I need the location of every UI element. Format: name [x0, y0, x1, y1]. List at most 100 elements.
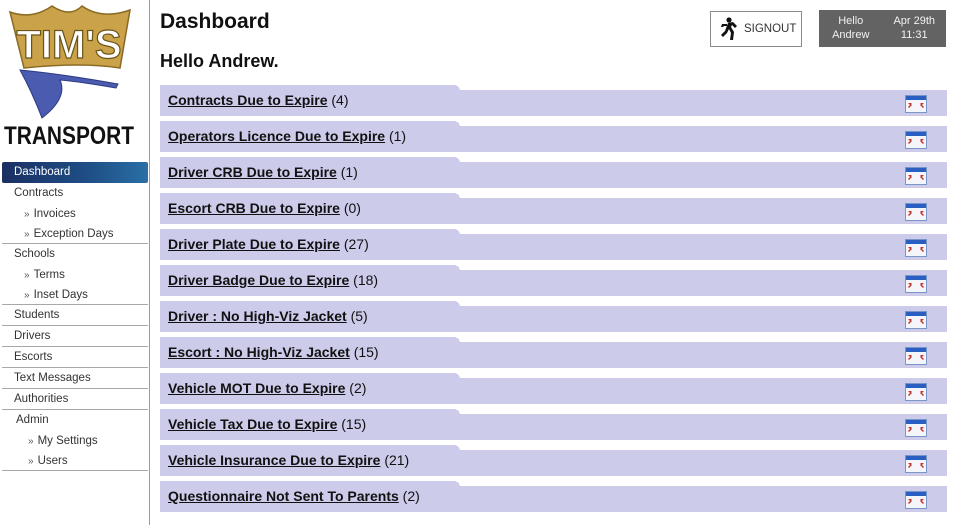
expand-window-icon[interactable] — [905, 131, 927, 149]
sidebar-nav: Dashboard Contracts » Invoices » Exception… — [2, 162, 148, 471]
sidebar-item-escorts[interactable]: Escorts — [2, 347, 148, 368]
alert-count: (4) — [331, 92, 349, 108]
expand-window-icon[interactable] — [905, 491, 927, 509]
alert-text: Vehicle Tax Due to Expire (15) — [168, 416, 366, 432]
expand-window-icon[interactable] — [905, 311, 927, 329]
alert-text: Escort : No High-Viz Jacket (15) — [168, 344, 379, 360]
sidebar-item-schools[interactable]: Schools — [2, 244, 148, 265]
alert-link[interactable]: Vehicle MOT Due to Expire — [168, 380, 345, 396]
sidebar-item-text-messages[interactable]: Text Messages — [2, 368, 148, 389]
alert-text: Escort CRB Due to Expire (0) — [168, 200, 361, 216]
expand-window-icon[interactable] — [905, 167, 927, 185]
alert-text: Questionnaire Not Sent To Parents (2) — [168, 488, 420, 504]
alert-row: Escort CRB Due to Expire (0) — [160, 193, 947, 229]
user-name: Andrew — [832, 29, 870, 41]
alert-count: (1) — [388, 128, 407, 144]
nav-label: Authorities — [14, 393, 69, 405]
alert-count: (2) — [349, 380, 367, 396]
user-hello: Hello — [838, 15, 864, 27]
expand-window-icon[interactable] — [905, 95, 927, 113]
sidebar: TIM'S TRANSPORT Dashboard Contracts » Inv… — [0, 0, 150, 525]
nav-label: Students — [14, 309, 60, 321]
expand-window-icon[interactable] — [905, 455, 927, 473]
sidebar-item-users[interactable]: » Users — [2, 451, 148, 471]
expand-window-icon[interactable] — [905, 239, 927, 257]
nav-label: Terms — [33, 269, 65, 281]
alert-link[interactable]: Driver CRB Due to Expire — [168, 164, 337, 180]
chevron-right-icon: » — [24, 290, 30, 301]
nav-label: Schools — [14, 248, 55, 260]
chevron-right-icon: » — [28, 456, 34, 467]
signout-button[interactable]: SIGNOUT — [710, 11, 802, 47]
sidebar-item-terms[interactable]: » Terms — [2, 265, 148, 285]
alert-count: (21) — [384, 452, 410, 468]
expand-window-icon[interactable] — [905, 275, 927, 293]
current-time: 11:31 — [900, 29, 928, 41]
alert-row: Contracts Due to Expire (4) — [160, 85, 947, 121]
alert-text: Vehicle Insurance Due to Expire (21) — [168, 452, 409, 468]
expand-window-icon[interactable] — [905, 383, 927, 401]
alert-link[interactable]: Vehicle Insurance Due to Expire — [168, 452, 380, 468]
alert-link[interactable]: Escort : No High-Viz Jacket — [168, 344, 350, 360]
alert-text: Vehicle MOT Due to Expire (2) — [168, 380, 366, 396]
alert-row: Operators Licence Due to Expire (1) — [160, 121, 947, 157]
sidebar-item-contracts[interactable]: Contracts — [2, 183, 148, 204]
sidebar-item-students[interactable]: Students — [2, 305, 148, 326]
current-date: Apr 29th — [893, 15, 936, 27]
alert-link[interactable]: Driver : No High-Viz Jacket — [168, 308, 347, 324]
nav-label: Dashboard — [14, 166, 71, 178]
alert-count: (1) — [340, 164, 358, 180]
alert-text: Driver Plate Due to Expire (27) — [168, 236, 369, 252]
alert-row: Vehicle Tax Due to Expire (15) — [160, 409, 947, 445]
expand-window-icon[interactable] — [905, 419, 927, 437]
alert-count: (15) — [341, 416, 367, 432]
alert-row: Driver : No High-Viz Jacket (5) — [160, 301, 947, 337]
chevron-right-icon: » — [28, 436, 34, 447]
alert-text: Driver CRB Due to Expire (1) — [168, 164, 358, 180]
sidebar-item-authorities[interactable]: Authorities — [2, 389, 148, 410]
alert-text: Contracts Due to Expire (4) — [168, 92, 349, 108]
tims-transport-logo[interactable]: TIM'S TRANSPORT — [2, 2, 136, 150]
sidebar-item-exception-days[interactable]: » Exception Days — [2, 224, 148, 244]
alert-link[interactable]: Escort CRB Due to Expire — [168, 200, 340, 216]
alert-link[interactable]: Questionnaire Not Sent To Parents — [168, 488, 399, 504]
alert-text: Driver Badge Due to Expire (18) — [168, 272, 378, 288]
alert-row: Driver Plate Due to Expire (27) — [160, 229, 947, 265]
alert-count: (5) — [350, 308, 368, 324]
alert-count: (27) — [343, 236, 369, 252]
alert-link[interactable]: Vehicle Tax Due to Expire — [168, 416, 337, 432]
nav-label: Admin — [16, 414, 49, 426]
alert-link[interactable]: Operators Licence Due to Expire — [168, 128, 385, 144]
alert-list: Contracts Due to Expire (4) Operators Li… — [160, 85, 947, 517]
alert-row: Escort : No High-Viz Jacket (15) — [160, 337, 947, 373]
expand-window-icon[interactable] — [905, 347, 927, 365]
chevron-right-icon: » — [24, 209, 30, 220]
sidebar-item-inset-days[interactable]: » Inset Days — [2, 285, 148, 305]
nav-label: Contracts — [14, 187, 64, 199]
alert-text: Driver : No High-Viz Jacket (5) — [168, 308, 368, 324]
logo-text-transport: TRANSPORT — [4, 122, 134, 150]
alert-row: Vehicle MOT Due to Expire (2) — [160, 373, 947, 409]
chevron-right-icon: » — [24, 270, 30, 281]
nav-label: Users — [37, 455, 68, 467]
chevron-right-icon: » — [24, 229, 30, 240]
alert-row: Vehicle Insurance Due to Expire (21) — [160, 445, 947, 481]
sidebar-item-invoices[interactable]: » Invoices — [2, 204, 148, 224]
alert-count: (0) — [343, 200, 361, 216]
sidebar-item-dashboard[interactable]: Dashboard — [2, 162, 148, 183]
alert-link[interactable]: Contracts Due to Expire — [168, 92, 327, 108]
alert-count: (15) — [353, 344, 379, 360]
sidebar-item-drivers[interactable]: Drivers — [2, 326, 148, 347]
expand-window-icon[interactable] — [905, 203, 927, 221]
alert-link[interactable]: Driver Plate Due to Expire — [168, 236, 340, 252]
nav-label: Text Messages — [14, 372, 91, 384]
sidebar-item-my-settings[interactable]: » My Settings — [2, 431, 148, 451]
nav-label: Escorts — [14, 351, 53, 363]
alert-link[interactable]: Driver Badge Due to Expire — [168, 272, 349, 288]
alert-row: Questionnaire Not Sent To Parents (2) — [160, 481, 947, 517]
running-person-icon — [721, 17, 737, 40]
sidebar-item-admin[interactable]: Admin — [2, 410, 148, 431]
alert-count: (18) — [353, 272, 379, 288]
nav-label: Drivers — [14, 330, 51, 342]
alert-row: Driver CRB Due to Expire (1) — [160, 157, 947, 193]
